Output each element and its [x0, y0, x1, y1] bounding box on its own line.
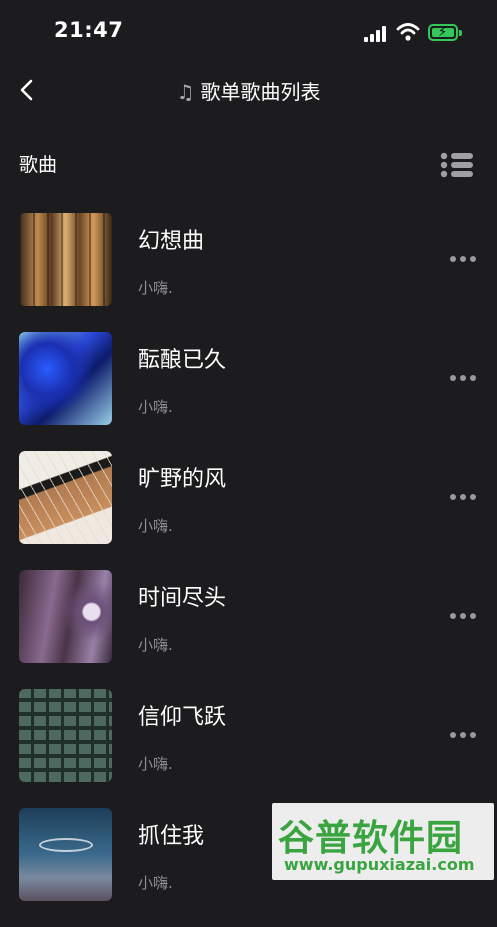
more-options-icon[interactable] [450, 491, 478, 503]
status-bar: 21:47 ⚡ [0, 0, 497, 64]
song-title: 抓住我 [138, 824, 205, 849]
album-cover [19, 451, 112, 544]
album-cover [19, 332, 112, 425]
more-options-icon[interactable] [450, 253, 478, 265]
song-row[interactable]: 时间尽头 小嗨. [0, 570, 497, 689]
navigation-bar: ♫ 歌单歌曲列表 [0, 64, 497, 116]
song-row[interactable]: 幻想曲 小嗨. [0, 213, 497, 332]
song-row[interactable]: 酝酿已久 小嗨. [0, 332, 497, 451]
album-cover [19, 570, 112, 663]
song-artist: 小嗨. [138, 755, 173, 773]
wifi-icon [396, 23, 420, 41]
page-title-text: 歌单歌曲列表 [200, 80, 321, 104]
watermark-url: www.gupuxiazai.com [284, 855, 475, 874]
more-options-icon[interactable] [450, 729, 478, 741]
album-cover [19, 808, 112, 901]
more-options-icon[interactable] [450, 610, 478, 622]
song-row[interactable]: 信仰飞跃 小嗨. [0, 689, 497, 808]
song-title: 时间尽头 [138, 586, 227, 611]
song-artist: 小嗨. [138, 636, 173, 654]
album-cover [19, 689, 112, 782]
song-artist: 小嗨. [138, 279, 173, 297]
more-options-icon[interactable] [450, 372, 478, 384]
watermark: 谷普软件园 www.gupuxiazai.com [272, 803, 494, 880]
song-title: 酝酿已久 [138, 348, 227, 373]
section-header: 歌曲 [19, 154, 58, 176]
list-view-icon[interactable] [440, 152, 474, 178]
watermark-title: 谷普软件园 [278, 818, 464, 859]
song-artist: 小嗨. [138, 398, 173, 416]
status-time: 21:47 [54, 18, 124, 42]
music-note-icon: ♫ [176, 80, 195, 104]
song-title: 旷野的风 [138, 467, 227, 492]
song-row[interactable]: 旷野的风 小嗨. [0, 451, 497, 570]
page-title: ♫ 歌单歌曲列表 [0, 76, 497, 105]
battery-charging-icon: ⚡ [428, 24, 462, 41]
album-cover [19, 213, 112, 306]
song-artist: 小嗨. [138, 517, 173, 535]
song-title: 信仰飞跃 [138, 705, 227, 730]
cellular-signal-icon [364, 26, 390, 42]
song-title: 幻想曲 [138, 229, 205, 254]
